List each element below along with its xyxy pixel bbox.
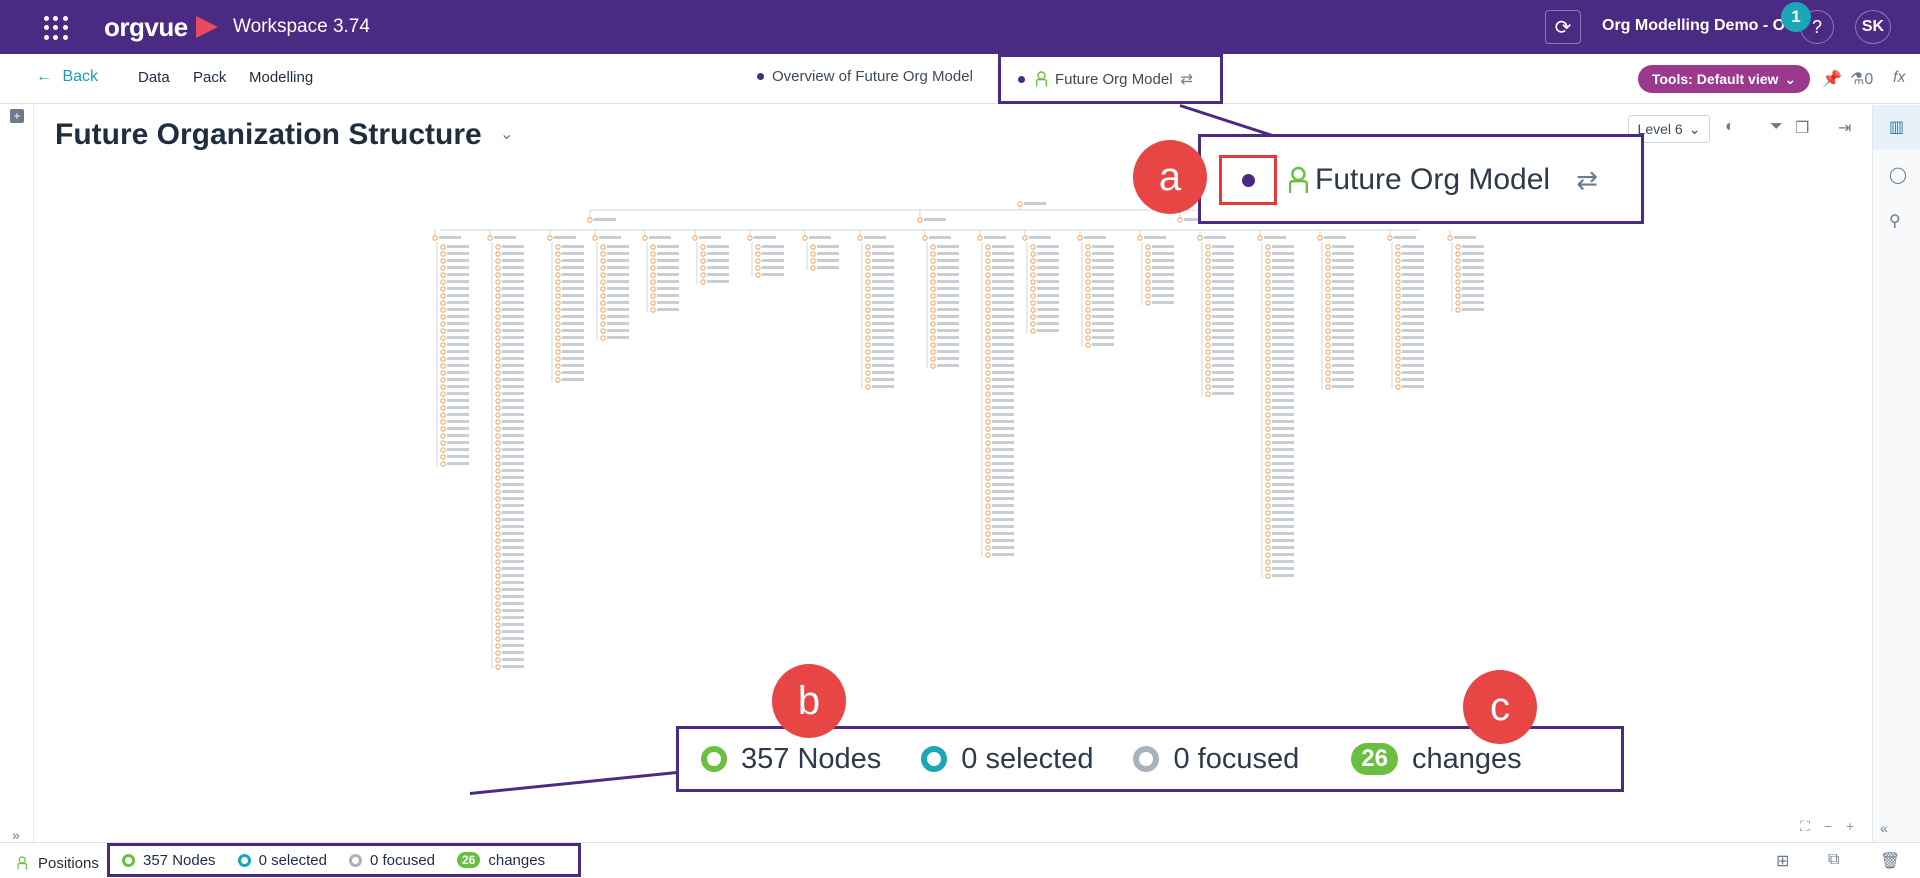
chart-icon[interactable]: ▥ [1889, 117, 1904, 137]
arrow-left-icon: ← [36, 68, 52, 85]
notification-badge: 1 [1781, 2, 1811, 32]
delete-icon[interactable]: 🗑 [1880, 851, 1900, 871]
add-icon[interactable]: + [10, 109, 24, 123]
flask-icon[interactable]: ⚗0 [1850, 69, 1873, 89]
title-chevron-down-icon[interactable]: ⌄ [500, 124, 513, 144]
filter-icon[interactable]: ⏷ [1770, 118, 1783, 136]
status-stats-box: 357 Nodes 0 selected 0 focused 26 change… [107, 843, 581, 877]
zoom-controls: ⛶ − + [1800, 818, 1854, 835]
status-nodes[interactable]: 357 Nodes [122, 852, 216, 869]
nodes-icon [701, 746, 727, 772]
position-icon [1035, 71, 1048, 87]
user-avatar[interactable]: SK [1855, 10, 1891, 44]
left-rail: + » [0, 105, 34, 843]
tab-dot-icon [1018, 75, 1025, 83]
selected-ring-icon [237, 853, 251, 867]
dataset-name[interactable]: Org Modelling Demo - OV [1602, 17, 1796, 35]
app-launcher-icon[interactable] [44, 16, 68, 40]
circle-icon[interactable]: ◯ [1889, 165, 1907, 185]
chevron-down-icon: ⌄ [1784, 70, 1797, 87]
layers-icon[interactable]: ❐ [1795, 118, 1809, 138]
page-title: Future Organization Structure [55, 118, 482, 151]
add-box-icon[interactable]: ⊞ [1776, 851, 1789, 871]
nav-item-data[interactable]: Data [138, 69, 170, 86]
position-icon [17, 856, 28, 870]
refresh-icon[interactable]: ⇄ [1181, 70, 1194, 88]
formula-icon[interactable]: fx [1893, 69, 1905, 87]
expand-panel-icon[interactable]: » [12, 827, 20, 843]
selected-ring-icon [921, 746, 948, 772]
status-focused[interactable]: 0 focused [348, 852, 435, 869]
callout-b-label: b [772, 664, 846, 738]
refresh-icon: ⇄ [1576, 164, 1598, 195]
palette-icon[interactable]: ◐ [1725, 118, 1735, 136]
callout-a-connector [1179, 104, 1276, 138]
positions-label[interactable]: Positions [14, 852, 99, 874]
tab-overview[interactable]: Overview of Future Org Model [757, 68, 973, 85]
callout-a-text: Future Org Model [1315, 163, 1551, 196]
callout-c-label: c [1463, 670, 1537, 744]
callout-focused: 0 focused [1133, 743, 1299, 776]
fit-screen-icon[interactable]: ⛶ [1800, 818, 1810, 835]
pin-icon[interactable]: 📌 [1822, 69, 1842, 89]
callout-selected: 0 selected [921, 743, 1093, 776]
tab-future-org-model[interactable]: Future Org Model ⇄ [1018, 68, 1193, 90]
org-chart[interactable] [420, 190, 1500, 750]
chevron-down-icon: ⌄ [1688, 120, 1701, 137]
right-rail: ▥ ◯ ⚲ [1872, 105, 1920, 843]
unsaved-dot-icon [1241, 173, 1255, 187]
status-changes[interactable]: 26 changes [457, 852, 545, 869]
callout-a-box: Future Org Model ⇄ [1198, 134, 1644, 224]
status-selected[interactable]: 0 selected [237, 852, 327, 869]
callout-changes: 26 changes [1351, 743, 1522, 776]
status-bar: Positions 357 Nodes 0 selected 0 focused… [0, 842, 1920, 878]
tab-dot-icon [757, 73, 764, 80]
tools-view-button[interactable]: Tools: Default view ⌄ [1638, 65, 1810, 93]
nav-bar: ← Back Data Pack Modelling Overview of F… [0, 54, 1920, 104]
zoom-out-icon[interactable]: − [1824, 818, 1832, 835]
callout-nodes: 357 Nodes [701, 743, 881, 776]
sync-icon: ⟳ [1554, 16, 1572, 39]
callout-a-highlight [1219, 155, 1277, 205]
export-icon[interactable]: ⇥ [1838, 118, 1851, 138]
sync-button[interactable]: ⟳ [1545, 10, 1581, 44]
focused-ring-icon [348, 853, 362, 867]
nav-item-pack[interactable]: Pack [193, 69, 226, 86]
collapse-panel-icon[interactable]: « [1880, 820, 1888, 836]
focused-ring-icon [1133, 746, 1160, 772]
duplicate-icon[interactable]: ⧉ [1828, 851, 1839, 869]
logo-arrow-icon [196, 16, 218, 38]
nodes-icon [122, 853, 135, 867]
search-icon[interactable]: ⚲ [1889, 211, 1901, 231]
back-link[interactable]: ← Back [36, 68, 98, 86]
position-icon [1288, 166, 1309, 194]
orgvue-logo: orgvue [104, 12, 188, 42]
nav-item-modelling[interactable]: Modelling [249, 69, 313, 86]
workspace-label: Workspace 3.74 [233, 16, 370, 37]
top-bar: orgvue Workspace 3.74 ⟳ Org Modelling De… [0, 0, 1920, 54]
zoom-in-icon[interactable]: + [1846, 818, 1854, 835]
callout-a-label: a [1133, 140, 1207, 214]
